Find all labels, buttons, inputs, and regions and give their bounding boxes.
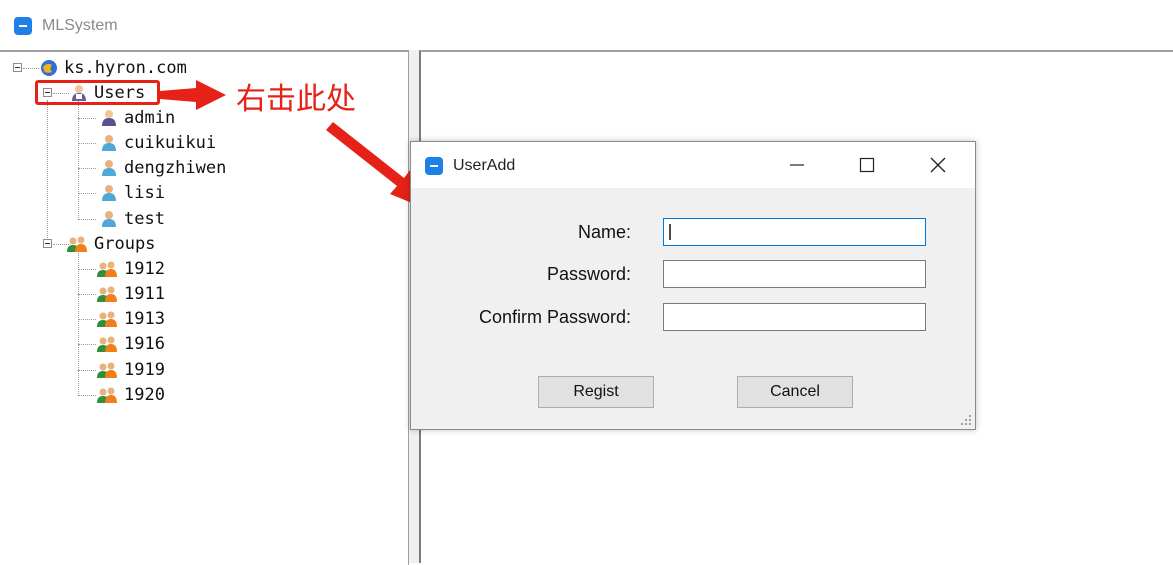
user-icon	[102, 135, 116, 151]
tree-node-group[interactable]: 1919	[96, 358, 165, 382]
tree-line	[78, 370, 96, 371]
useradd-dialog: UserAdd Name: Password: Confirm Password…	[410, 141, 976, 430]
tree-node-label: 1920	[124, 385, 165, 405]
tree-line	[78, 269, 96, 270]
tree-line	[78, 118, 96, 119]
tree-line	[78, 143, 96, 144]
app-title: MLSystem	[42, 17, 118, 34]
confirm-password-field[interactable]	[663, 303, 926, 331]
name-field[interactable]	[663, 218, 926, 246]
tree-node-group[interactable]: 1916	[96, 332, 165, 356]
tree-node-user[interactable]: cuikuikui	[100, 131, 216, 155]
tree-node-user[interactable]: admin	[100, 106, 175, 130]
user-icon	[102, 185, 116, 201]
tree-line	[78, 250, 79, 396]
tree-node-label: ks.hyron.com	[64, 58, 187, 78]
tree-node-label: 1916	[124, 334, 165, 354]
tree-line	[47, 100, 48, 244]
tree-node-label: dengzhiwen	[124, 158, 227, 178]
tree-node-label: admin	[124, 108, 176, 128]
resize-grip-icon[interactable]	[960, 414, 972, 426]
cancel-button[interactable]: Cancel	[737, 376, 853, 408]
admin-user-icon	[102, 110, 116, 126]
tree-node-label: test	[124, 209, 165, 229]
regist-button[interactable]: Regist	[538, 376, 654, 408]
app-title-bar: MLSystem	[14, 14, 118, 38]
domain-globe-icon	[41, 60, 57, 76]
tree-node-label: cuikuikui	[124, 133, 217, 153]
app-window-icon	[425, 157, 443, 175]
tree-line	[23, 68, 39, 69]
tree-line	[78, 319, 96, 320]
tree-line	[78, 219, 96, 220]
tree-node-label: 1919	[124, 360, 165, 380]
group-icon	[97, 286, 117, 302]
annotation-highlight-box	[35, 80, 160, 105]
tree-node-group[interactable]: 1912	[96, 257, 165, 281]
password-label: Password:	[546, 264, 631, 284]
minimize-button[interactable]	[767, 142, 827, 188]
close-icon	[930, 157, 946, 173]
user-icon	[102, 211, 116, 227]
tree-node-user[interactable]: lisi	[100, 181, 165, 205]
group-icon	[97, 362, 117, 378]
tree-line	[78, 344, 96, 345]
tree-node-label: lisi	[124, 183, 165, 203]
tree-line	[78, 294, 96, 295]
group-icon	[97, 336, 117, 352]
tree-line	[78, 395, 96, 396]
text-cursor-icon	[669, 224, 671, 240]
tree-node-label: Groups	[94, 234, 156, 254]
dialog-titlebar[interactable]: UserAdd	[411, 142, 975, 188]
name-label: Name:	[577, 222, 631, 242]
tree-node-user[interactable]: dengzhiwen	[100, 156, 226, 180]
tree-node-label: 1913	[124, 309, 165, 329]
root-collapse-toggle[interactable]	[13, 63, 22, 72]
app-window-icon	[14, 17, 32, 35]
groups-collapse-toggle[interactable]	[43, 239, 52, 248]
group-icon	[67, 236, 87, 252]
group-icon	[97, 311, 117, 327]
maximize-icon	[859, 157, 875, 173]
minimize-icon	[790, 164, 804, 166]
annotation-text: 右击此处	[236, 82, 356, 117]
tree-node-domain[interactable]: ks.hyron.com	[40, 56, 187, 80]
tree-node-label: 1912	[124, 259, 165, 279]
tree-line	[78, 168, 96, 169]
close-button[interactable]	[908, 142, 968, 188]
dialog-title: UserAdd	[453, 157, 516, 174]
maximize-button[interactable]	[837, 142, 897, 188]
confirm-password-label: Confirm Password:	[478, 307, 631, 327]
tree-node-label: 1911	[124, 284, 165, 304]
tree-node-group[interactable]: 1920	[96, 383, 165, 407]
tree-panel[interactable]	[0, 50, 409, 565]
password-field[interactable]	[663, 260, 926, 288]
group-icon	[97, 261, 117, 277]
user-icon	[102, 160, 116, 176]
tree-line	[78, 193, 96, 194]
tree-node-user[interactable]: test	[100, 207, 165, 231]
tree-node-group[interactable]: 1913	[96, 307, 165, 331]
tree-node-groups[interactable]: Groups	[66, 232, 155, 256]
tree-node-group[interactable]: 1911	[96, 282, 165, 306]
group-icon	[97, 387, 117, 403]
